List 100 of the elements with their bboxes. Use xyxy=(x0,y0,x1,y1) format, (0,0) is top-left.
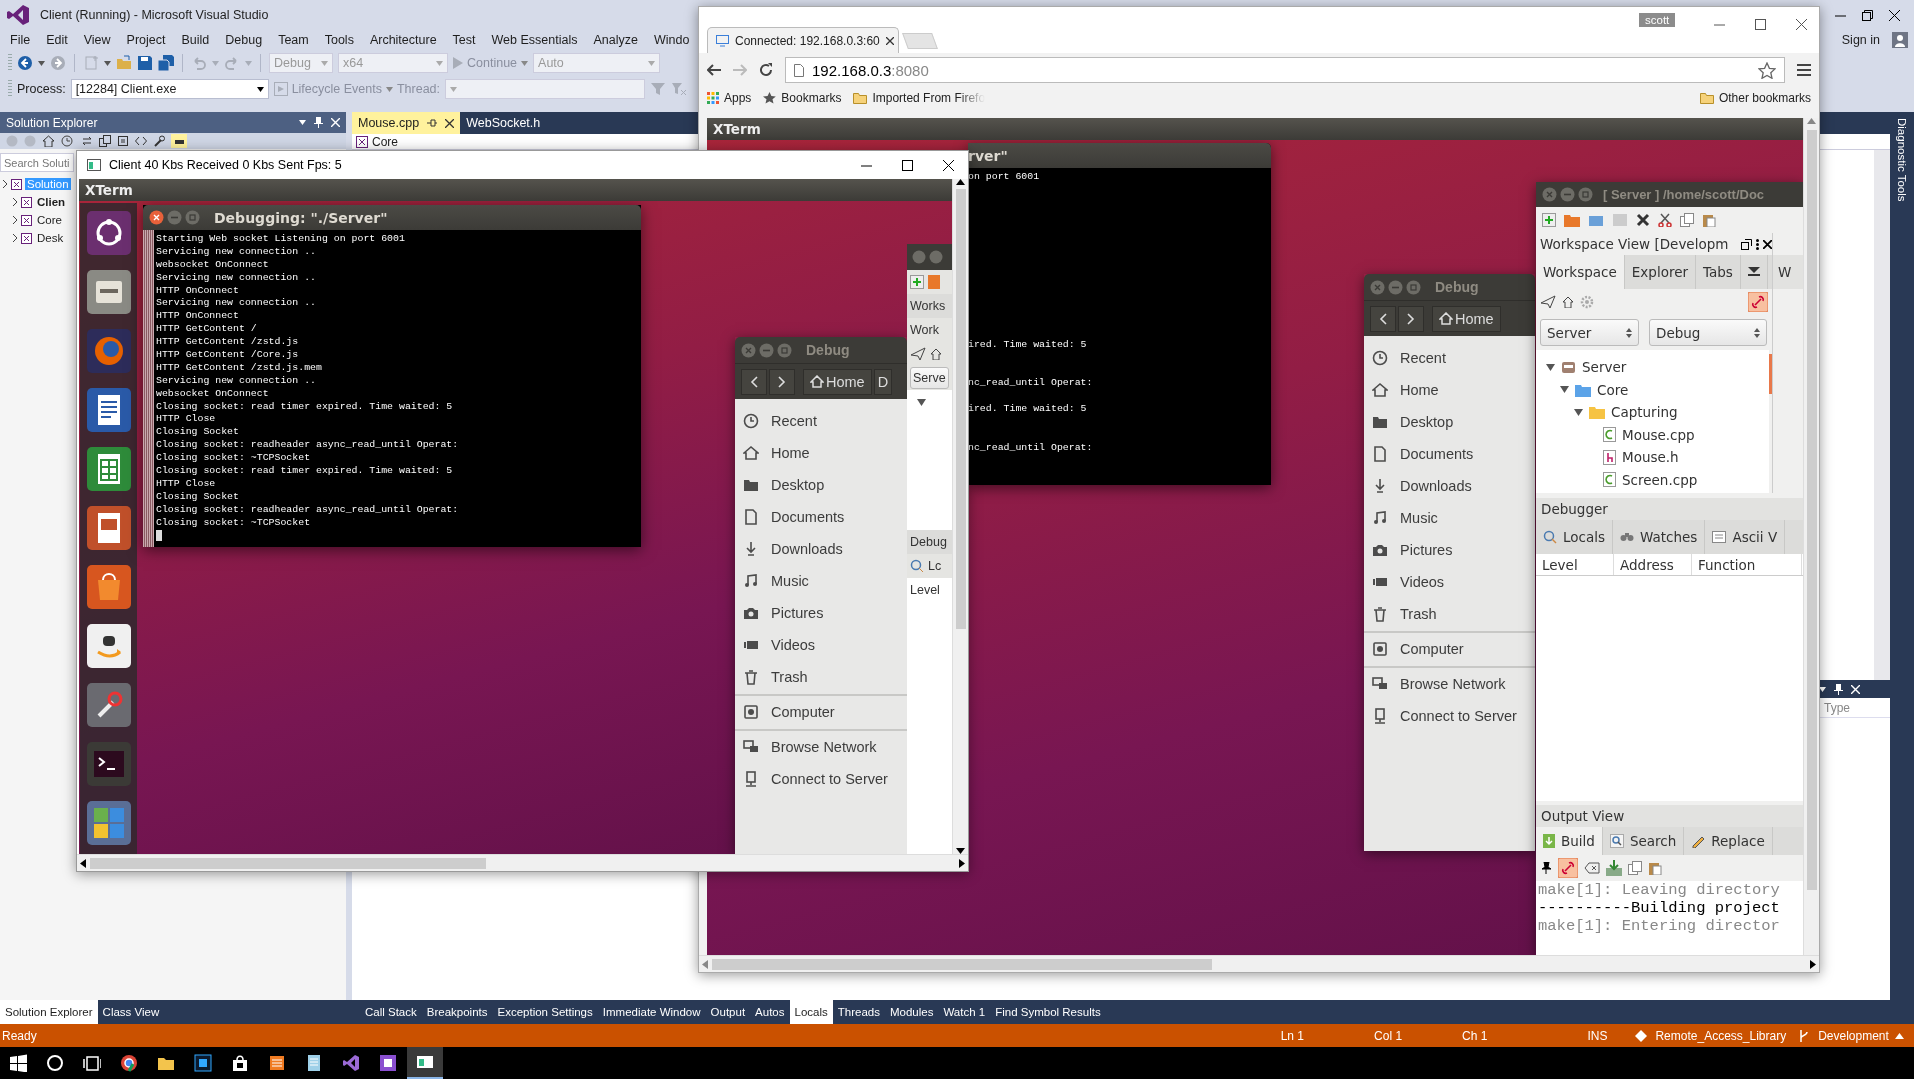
sidebar-item[interactable]: Pictures xyxy=(1364,534,1535,566)
path-button[interactable]: D xyxy=(873,368,893,395)
pane-tab[interactable]: Replace xyxy=(1684,827,1773,855)
panel-tab[interactable]: Find Symbol Results xyxy=(990,1000,1106,1024)
path-button[interactable]: Home xyxy=(803,368,872,395)
column-header[interactable]: Function xyxy=(1692,554,1802,575)
column-header[interactable]: Type xyxy=(1824,700,1850,715)
terminal-line: on port 6001 xyxy=(968,171,1041,184)
menu-item[interactable]: Project xyxy=(118,33,174,47)
sidebar-item[interactable]: Trash xyxy=(1364,598,1535,630)
sidebar-item[interactable]: Computer xyxy=(1364,633,1535,665)
panel-tab[interactable]: Exception Settings xyxy=(492,1000,598,1024)
menu-item[interactable]: Tools xyxy=(316,33,362,47)
tree-item[interactable]: Core xyxy=(1597,381,1629,398)
menu-item[interactable]: Web Essentials xyxy=(483,33,586,47)
side-tab[interactable]: Diagnostic Tools xyxy=(1896,118,1908,202)
menu-item[interactable]: Build xyxy=(173,33,218,47)
sidebar-item[interactable]: Videos xyxy=(735,629,907,661)
bookmark[interactable]: Bookmarks xyxy=(763,91,842,105)
sidebar-item[interactable]: Browse Network xyxy=(735,731,907,763)
sidebar-item[interactable]: Music xyxy=(1364,502,1535,534)
menu-item[interactable]: Debug xyxy=(217,33,271,47)
panel-tab[interactable]: Immediate Window xyxy=(597,1000,706,1024)
tree-item[interactable]: Screen.cpp xyxy=(1622,471,1698,488)
insert-mode: INS xyxy=(1587,1028,1608,1043)
menu-item[interactable]: Windo xyxy=(645,33,698,47)
bookmark-folder[interactable]: Other bookmarks xyxy=(1699,91,1811,105)
tree-item[interactable]: Mouse.h xyxy=(1622,449,1679,466)
tree-item[interactable]: Clien xyxy=(35,196,68,208)
sidebar-item[interactable]: Computer xyxy=(735,696,907,728)
column-number: Col 1 xyxy=(1374,1028,1403,1043)
sidebar-item[interactable]: Desktop xyxy=(735,469,907,501)
configuration-dropdown[interactable]: Debug xyxy=(1649,319,1767,346)
pane-tab[interactable]: Lc xyxy=(928,559,942,573)
column-header[interactable]: Level xyxy=(1536,554,1614,575)
navigation-dropdown[interactable]: Core xyxy=(372,134,398,149)
pane-tab[interactable]: Build xyxy=(1536,827,1603,855)
terminal-line: HTTP GetContent /zstd.js xyxy=(156,336,300,349)
sidebar-item[interactable]: Documents xyxy=(735,501,907,533)
panel-tab[interactable]: Call Stack xyxy=(360,1000,422,1024)
terminal-line: Servicing new connection .. xyxy=(156,245,317,259)
browser-tab[interactable]: Connected: 192.168.0.3:60 xyxy=(707,27,899,53)
branch-name[interactable]: Development xyxy=(1818,1028,1889,1043)
sidebar-item[interactable]: Recent xyxy=(1364,342,1535,374)
path-button[interactable]: Home xyxy=(1432,305,1501,332)
menu-item[interactable]: Analyze xyxy=(585,33,646,47)
menu-item[interactable]: File xyxy=(2,33,39,47)
editor-tab[interactable]: Mouse.cpp xyxy=(352,112,461,134)
panel-tab[interactable]: Class View xyxy=(97,1000,165,1024)
pane-tab[interactable]: Work xyxy=(910,323,939,337)
menu-item[interactable]: View xyxy=(75,33,119,47)
repository-name[interactable]: Remote_Access_Library xyxy=(1655,1028,1787,1043)
panel-tab[interactable]: Solution Explorer xyxy=(0,1000,98,1024)
sidebar-item[interactable]: Desktop xyxy=(1364,406,1535,438)
pane-tab[interactable]: Workspace xyxy=(1536,255,1625,289)
terminal-line: HTTP GetContent / xyxy=(156,323,258,337)
panel-tab[interactable]: Locals xyxy=(789,1000,833,1024)
menu-item[interactable]: Edit xyxy=(38,33,76,47)
sidebar-item[interactable]: Home xyxy=(735,437,907,469)
sidebar-item[interactable]: Downloads xyxy=(735,533,907,565)
panel-tab[interactable]: Watch 1 xyxy=(938,1000,991,1024)
project-dropdown[interactable]: Server xyxy=(1540,319,1639,346)
process-dropdown[interactable]: [12284] Client.exe xyxy=(70,79,269,99)
panel-tab[interactable]: Output xyxy=(705,1000,751,1024)
pane-tab[interactable]: Explorer xyxy=(1624,255,1696,289)
menu-item[interactable]: Architecture xyxy=(361,33,445,47)
tree-item[interactable]: Mouse.cpp xyxy=(1622,426,1695,443)
panel-tab[interactable]: Threads xyxy=(832,1000,885,1024)
sidebar-item[interactable]: Connect to Server xyxy=(1364,700,1535,732)
sidebar-item[interactable]: Pictures xyxy=(735,597,907,629)
sidebar-item[interactable]: Downloads xyxy=(1364,470,1535,502)
address-bar[interactable]: 192.168.0.3:8080 xyxy=(785,57,1785,83)
tree-item[interactable]: Server xyxy=(1582,359,1627,376)
menu-item[interactable]: Team xyxy=(270,33,317,47)
sidebar-item[interactable]: Connect to Server xyxy=(735,763,907,795)
menu-item[interactable]: Test xyxy=(444,33,484,47)
sidebar-item[interactable]: Browse Network xyxy=(1364,668,1535,700)
project-dropdown[interactable]: Serve xyxy=(910,367,949,389)
sidebar-item[interactable]: Documents xyxy=(1364,438,1535,470)
sidebar-item[interactable]: Music xyxy=(735,565,907,597)
bookmark[interactable]: Apps xyxy=(707,91,752,105)
editor-tab[interactable]: WebSocket.h xyxy=(460,112,547,134)
sign-in-link[interactable]: Sign in xyxy=(1841,33,1880,47)
sidebar-item[interactable]: Home xyxy=(1364,374,1535,406)
pane-tab[interactable]: Search xyxy=(1602,827,1685,855)
line-number: Ln 1 xyxy=(1280,1028,1305,1043)
panel-tab[interactable]: Autos xyxy=(750,1000,790,1024)
window-title: Client (Running) - Microsoft Visual Studio xyxy=(40,8,269,22)
sidebar-item[interactable]: Recent xyxy=(735,405,907,437)
tree-item[interactable]: Desk xyxy=(35,232,66,244)
panel-tab[interactable]: Modules xyxy=(884,1000,939,1024)
pane-tab[interactable]: Tabs xyxy=(1696,255,1741,289)
panel-tab[interactable]: Breakpoints xyxy=(421,1000,493,1024)
column-header[interactable]: Address xyxy=(1614,554,1692,575)
sidebar-item[interactable]: Videos xyxy=(1364,566,1535,598)
window-title: Debug xyxy=(806,342,850,358)
tree-item[interactable]: Core xyxy=(35,214,64,226)
sidebar-item[interactable]: Trash xyxy=(735,661,907,693)
tree-item[interactable]: Capturing xyxy=(1611,404,1678,421)
search-field[interactable]: Search Soluti xyxy=(0,153,74,172)
